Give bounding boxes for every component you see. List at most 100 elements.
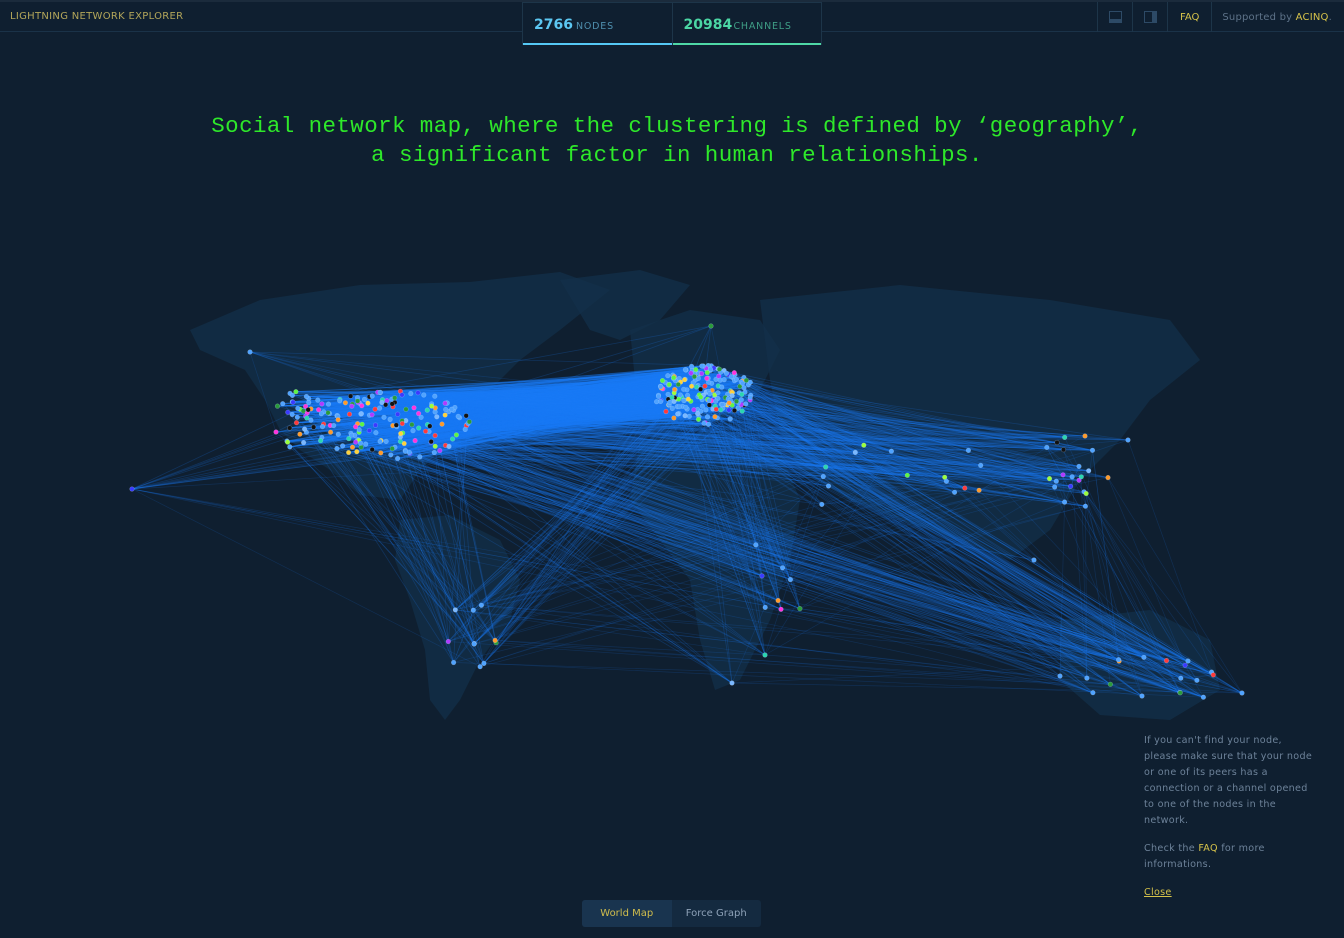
- info-faq-link[interactable]: FAQ: [1198, 843, 1217, 854]
- network-node[interactable]: [451, 659, 457, 666]
- network-node[interactable]: [443, 406, 449, 413]
- network-node[interactable]: [719, 402, 725, 408]
- network-node[interactable]: [1107, 681, 1113, 687]
- network-node[interactable]: [663, 408, 669, 415]
- network-node[interactable]: [355, 398, 361, 404]
- network-node[interactable]: [393, 422, 399, 428]
- network-node[interactable]: [779, 565, 786, 571]
- network-node[interactable]: [305, 407, 311, 413]
- network-node[interactable]: [653, 399, 660, 405]
- network-node[interactable]: [731, 370, 737, 376]
- network-node[interactable]: [471, 641, 477, 647]
- network-node[interactable]: [1139, 693, 1145, 699]
- network-node[interactable]: [1054, 439, 1060, 446]
- network-node[interactable]: [1086, 468, 1092, 474]
- network-node[interactable]: [733, 398, 740, 405]
- network-node[interactable]: [727, 416, 733, 422]
- network-node[interactable]: [667, 399, 673, 405]
- network-node[interactable]: [297, 431, 303, 437]
- network-node[interactable]: [704, 375, 710, 382]
- network-node[interactable]: [1089, 447, 1096, 453]
- network-node[interactable]: [731, 407, 738, 414]
- network-node[interactable]: [445, 638, 451, 645]
- network-node[interactable]: [823, 464, 829, 470]
- network-node[interactable]: [726, 400, 732, 406]
- network-node[interactable]: [743, 377, 749, 384]
- network-node[interactable]: [373, 430, 379, 436]
- network-node[interactable]: [300, 408, 306, 414]
- network-node[interactable]: [705, 421, 712, 427]
- network-node[interactable]: [377, 389, 383, 396]
- network-node[interactable]: [681, 397, 687, 404]
- network-node[interactable]: [412, 438, 418, 444]
- network-node[interactable]: [682, 367, 689, 373]
- network-node[interactable]: [665, 373, 671, 379]
- network-node[interactable]: [446, 443, 452, 450]
- network-node[interactable]: [335, 417, 341, 423]
- network-node[interactable]: [477, 664, 483, 670]
- network-node[interactable]: [399, 392, 405, 398]
- network-node[interactable]: [247, 349, 253, 355]
- network-node[interactable]: [383, 438, 389, 445]
- network-node[interactable]: [303, 393, 310, 400]
- network-node[interactable]: [285, 409, 291, 415]
- network-node[interactable]: [409, 422, 415, 428]
- network-node[interactable]: [707, 391, 713, 397]
- network-node[interactable]: [713, 398, 719, 404]
- network-node[interactable]: [1163, 657, 1170, 664]
- network-node[interactable]: [478, 602, 485, 608]
- network-node[interactable]: [951, 489, 958, 495]
- network-node[interactable]: [658, 384, 664, 390]
- network-node[interactable]: [381, 414, 387, 420]
- network-node[interactable]: [442, 400, 448, 406]
- network-node[interactable]: [437, 448, 443, 454]
- network-node[interactable]: [713, 406, 719, 412]
- network-node[interactable]: [671, 415, 677, 421]
- network-node[interactable]: [306, 399, 312, 406]
- network-node[interactable]: [716, 366, 723, 372]
- network-node[interactable]: [1052, 484, 1058, 490]
- network-node[interactable]: [819, 501, 825, 508]
- network-node[interactable]: [285, 439, 291, 445]
- network-node[interactable]: [715, 390, 721, 396]
- network-node[interactable]: [706, 397, 712, 404]
- network-node[interactable]: [290, 399, 296, 405]
- network-node[interactable]: [1115, 657, 1122, 663]
- network-node[interactable]: [481, 660, 487, 667]
- network-node[interactable]: [455, 413, 461, 420]
- network-node[interactable]: [1125, 437, 1131, 443]
- network-node[interactable]: [976, 487, 982, 493]
- network-node[interactable]: [1062, 434, 1068, 441]
- network-node[interactable]: [1082, 503, 1088, 509]
- network-node[interactable]: [904, 472, 910, 478]
- network-node[interactable]: [319, 401, 325, 407]
- network-node[interactable]: [466, 419, 473, 425]
- network-node[interactable]: [1200, 694, 1206, 700]
- network-node[interactable]: [301, 440, 307, 446]
- network-node[interactable]: [359, 421, 365, 427]
- network-node[interactable]: [729, 680, 735, 686]
- network-node[interactable]: [335, 431, 341, 437]
- network-node[interactable]: [685, 396, 692, 402]
- network-node[interactable]: [1076, 463, 1082, 470]
- network-node[interactable]: [686, 413, 692, 419]
- network-node[interactable]: [1090, 690, 1096, 696]
- network-node[interactable]: [399, 421, 405, 427]
- network-node[interactable]: [361, 396, 368, 403]
- network-node[interactable]: [331, 422, 337, 429]
- network-node[interactable]: [369, 393, 375, 399]
- network-node[interactable]: [677, 392, 683, 398]
- network-node[interactable]: [1078, 474, 1084, 480]
- network-node[interactable]: [429, 403, 435, 409]
- network-node[interactable]: [741, 385, 747, 391]
- network-node[interactable]: [304, 415, 310, 421]
- network-node[interactable]: [733, 376, 740, 382]
- network-node[interactable]: [348, 393, 354, 399]
- network-node[interactable]: [669, 405, 675, 412]
- network-node[interactable]: [1185, 658, 1191, 664]
- network-node[interactable]: [289, 411, 295, 418]
- network-node[interactable]: [825, 483, 832, 489]
- network-node[interactable]: [342, 400, 349, 406]
- network-node[interactable]: [1061, 499, 1068, 505]
- network-node[interactable]: [389, 401, 395, 407]
